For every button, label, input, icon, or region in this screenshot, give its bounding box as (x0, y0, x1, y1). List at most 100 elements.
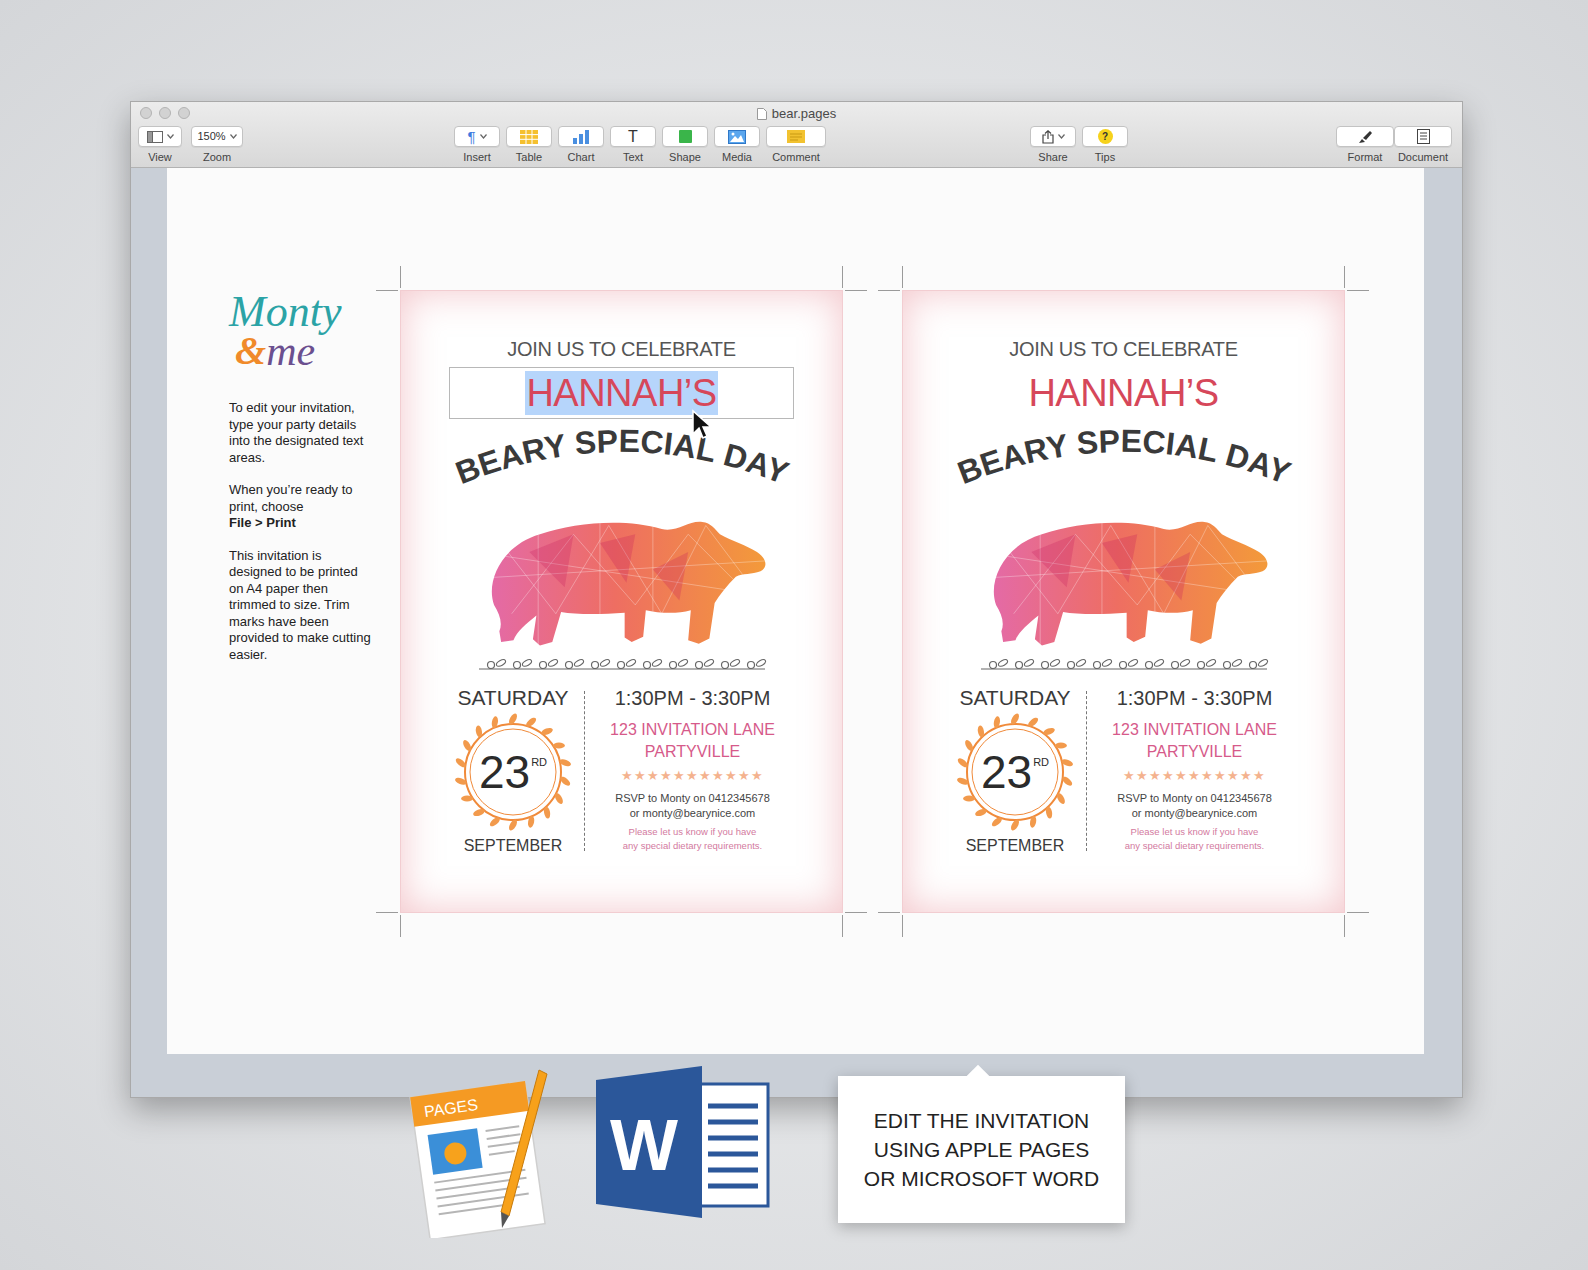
details: SATURDAY 23RD SEPTEMBER 1:30PM - 3:30PM 123 … (953, 685, 1295, 857)
comment-tool[interactable]: Comment (766, 126, 826, 164)
trim-mark (376, 290, 398, 291)
date-column: SATURDAY 23RD SEPTEMBER (953, 685, 1078, 857)
table-icon (520, 130, 538, 144)
trim-mark (1344, 915, 1345, 937)
document-icon (1417, 129, 1430, 144)
document-icon (757, 108, 767, 120)
name-field[interactable]: HANNAH’S (449, 367, 794, 419)
name-field[interactable]: HANNAH’S (951, 367, 1296, 419)
format-tool[interactable]: Format (1336, 126, 1394, 164)
toolbar-right: FormatDocument (1336, 126, 1452, 164)
trim-mark (842, 915, 843, 937)
trim-mark (1344, 266, 1345, 288)
zoom-button[interactable] (178, 107, 190, 119)
shape-icon (679, 130, 692, 143)
rsvp-line[interactable]: or monty@bearynice.com (1132, 806, 1258, 821)
apps-row: PAGES W EDIT THE INVITATIONUSING APPLE PAG… (130, 1066, 1588, 1238)
app-window: bear.pagesView150%Zoom¶InsertTableChartT… (130, 101, 1463, 1098)
day-text[interactable]: SATURDAY (457, 685, 568, 711)
instruction-paragraph: When you’re ready to print, chooseFile >… (229, 482, 374, 532)
tips-icon: ? (1098, 129, 1113, 144)
tips-tool[interactable]: ?Tips (1082, 126, 1128, 164)
svg-text:W: W (610, 1105, 678, 1185)
mouse-cursor-icon (691, 409, 715, 441)
intro-text[interactable]: JOIN US TO CELEBRATE (1009, 337, 1238, 361)
view-icon (147, 131, 163, 143)
info-column: 1:30PM - 3:30PM 123 INVITATION LANEPARTYV… (1095, 685, 1295, 853)
chart-tool[interactable]: Chart (558, 126, 604, 164)
month-text[interactable]: SEPTEMBER (966, 835, 1065, 857)
headline-text[interactable]: BEARY SPECIAL DAY (924, 421, 1324, 499)
trim-mark (1347, 912, 1369, 913)
view-tool[interactable]: View (138, 126, 182, 164)
callout-line: USING APPLE PAGES (874, 1135, 1090, 1164)
trim-mark (845, 290, 867, 291)
date-suffix[interactable]: RD (1033, 755, 1049, 769)
address-line[interactable]: 123 INVITATION LANE (1112, 719, 1277, 741)
instructions: Monty&meTo edit your invitation, type yo… (229, 290, 374, 663)
trim-mark (400, 266, 401, 288)
chevron-icon (167, 134, 174, 139)
zoom-tool[interactable]: 150%Zoom (191, 126, 243, 164)
star-divider: ★★★★★★★★★★★ (1123, 767, 1266, 785)
table-tool[interactable]: Table (506, 126, 552, 164)
invitation-page: JOIN US TO CELEBRATE HANNAH’SBEARY SPECIA… (400, 290, 843, 913)
text-tool[interactable]: TText (610, 126, 656, 164)
trim-mark (376, 912, 398, 913)
chevron-icon (480, 134, 487, 139)
date-text[interactable]: 23 (479, 747, 530, 797)
trim-mark (400, 915, 401, 937)
callout-line: OR MICROSOFT WORD (864, 1164, 1099, 1193)
chevron-icon (1058, 134, 1065, 139)
dashed-divider (1086, 691, 1087, 851)
svg-text:PAGES: PAGES (423, 1096, 479, 1120)
address-line[interactable]: PARTYVILLE (645, 741, 740, 763)
note-line[interactable]: any special dietary requirements. (1125, 839, 1264, 853)
invitation-card: JOIN US TO CELEBRATE HANNAH’SBEARY SPECIA… (902, 290, 1345, 913)
pages-app-icon[interactable]: PAGES (405, 1066, 555, 1238)
intro-text[interactable]: JOIN US TO CELEBRATE (507, 337, 736, 361)
details: SATURDAY23RDSEPTEMBER1:30PM - 3:30PM123 … (451, 685, 793, 857)
dashed-divider (584, 691, 585, 851)
address-line[interactable]: PARTYVILLE (1147, 741, 1242, 763)
close-button[interactable] (140, 107, 152, 119)
date-badge: 23RD (454, 713, 572, 831)
rsvp-line[interactable]: RSVP to Monty on 0412345678 (615, 791, 770, 806)
day-text[interactable]: SATURDAY (959, 685, 1070, 711)
word-app-icon[interactable]: W (596, 1066, 771, 1218)
bear-illustration (959, 499, 1289, 649)
time-text[interactable]: 1:30PM - 3:30PM (615, 685, 771, 711)
trim-mark (878, 912, 900, 913)
note-line[interactable]: Please let us know if you have (1131, 825, 1259, 839)
toolbar: bear.pagesView150%Zoom¶InsertTableChartT… (131, 102, 1462, 168)
brand-logo: Monty&me (229, 290, 374, 372)
shape-tool[interactable]: Shape (662, 126, 708, 164)
share-tool[interactable]: Share (1030, 126, 1076, 164)
trim-mark (878, 290, 900, 291)
svg-text:BEARY SPECIAL DAY: BEARY SPECIAL DAY (952, 423, 1295, 491)
headline-text[interactable]: BEARY SPECIAL DAY (422, 421, 822, 499)
bear-illustration (457, 499, 787, 649)
address-line[interactable]: 123 INVITATION LANE (610, 719, 775, 741)
document-tool[interactable]: Document (1394, 126, 1452, 164)
toolbar-share: Share?Tips (1030, 126, 1128, 164)
text-icon: T (628, 129, 638, 145)
month-text[interactable]: SEPTEMBER (464, 835, 563, 857)
time-text[interactable]: 1:30PM - 3:30PM (1117, 685, 1273, 711)
insert-tool[interactable]: ¶Insert (454, 126, 500, 164)
date-column: SATURDAY23RDSEPTEMBER (451, 685, 576, 857)
note-line[interactable]: Please let us know if you have (629, 825, 757, 839)
page: bear.pagesView150%Zoom¶InsertTableChartT… (0, 0, 1588, 1270)
date-text[interactable]: 23 (981, 747, 1032, 797)
minimize-button[interactable] (159, 107, 171, 119)
rsvp-line[interactable]: or monty@bearynice.com (630, 806, 756, 821)
share-icon (1042, 130, 1054, 144)
callout-line: EDIT THE INVITATION (874, 1106, 1089, 1135)
note-line[interactable]: any special dietary requirements. (623, 839, 762, 853)
chevron-icon (230, 134, 237, 139)
date-suffix[interactable]: RD (531, 755, 547, 769)
trim-mark (842, 266, 843, 288)
media-tool[interactable]: Media (714, 126, 760, 164)
rsvp-line[interactable]: RSVP to Monty on 0412345678 (1117, 791, 1272, 806)
star-divider: ★★★★★★★★★★★ (621, 767, 764, 785)
